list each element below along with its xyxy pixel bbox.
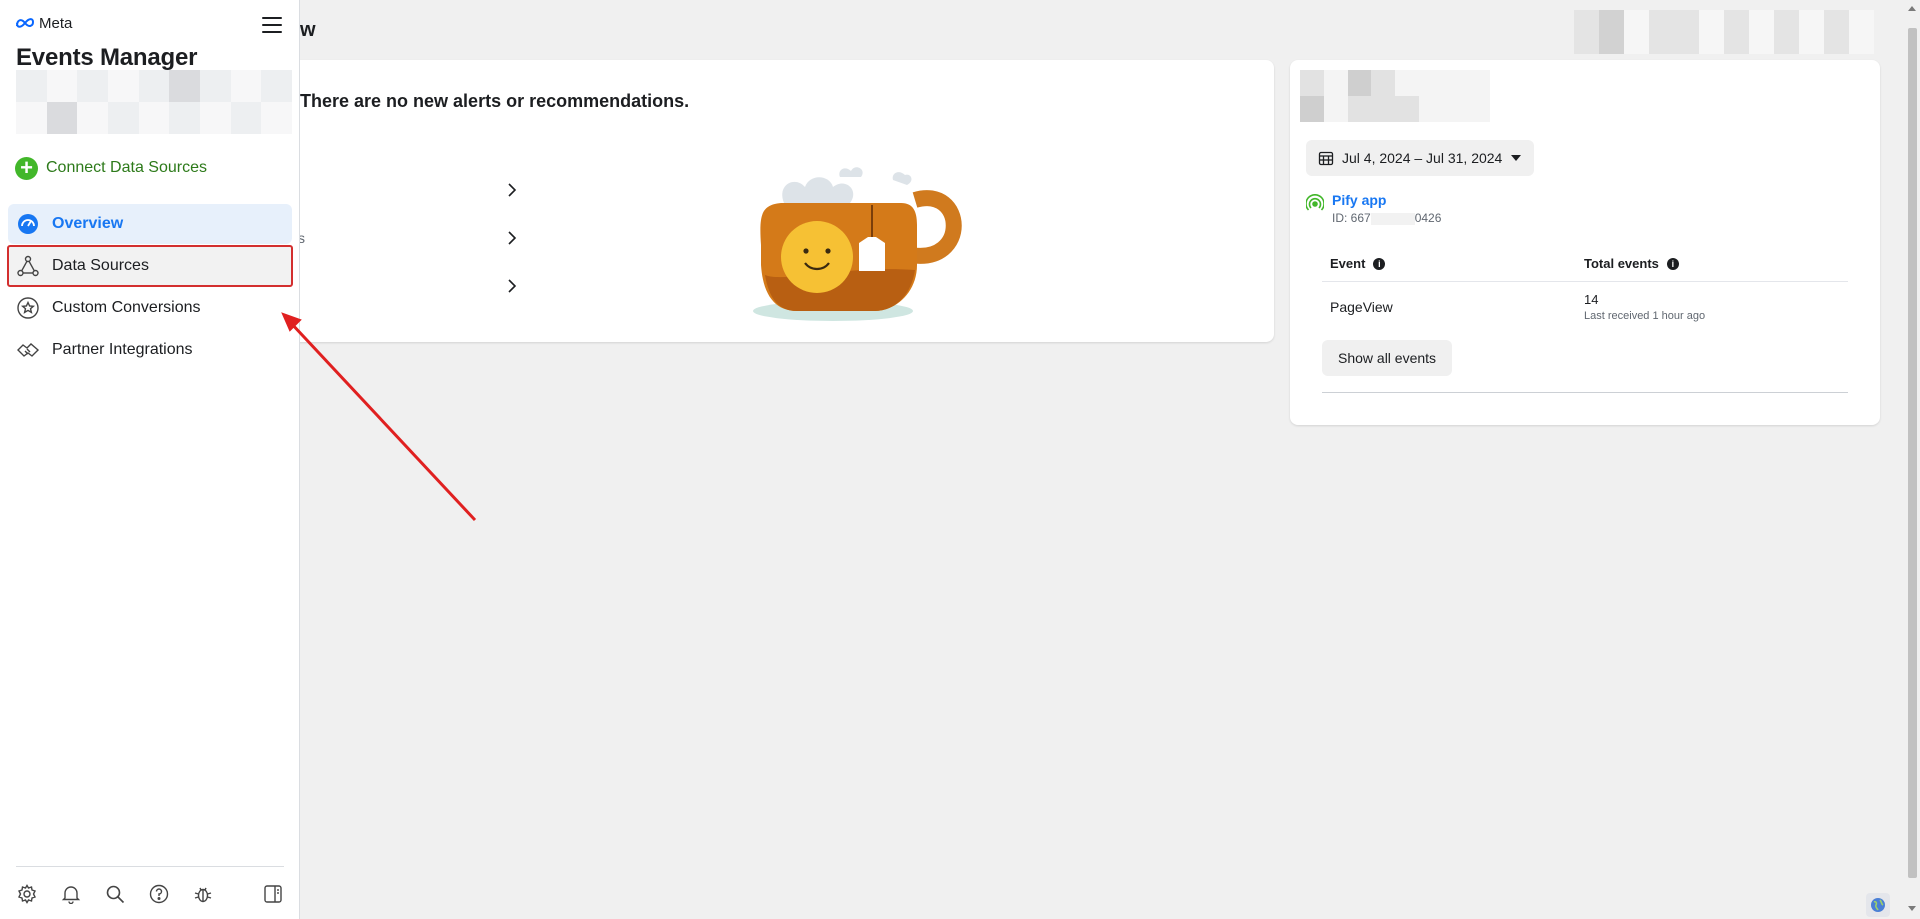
signal-active-icon	[1306, 194, 1324, 211]
menu-icon[interactable]	[259, 14, 285, 36]
connect-label: Connect Data Sources	[46, 159, 207, 176]
chevron-right-icon	[508, 279, 517, 293]
date-range-label: Jul 4, 2024 – Jul 31, 2024	[1342, 150, 1503, 166]
divider	[16, 866, 284, 867]
sidebar-item-label: Partner Integrations	[52, 341, 193, 358]
sidebar-item-custom-conversions[interactable]: Custom Conversions	[8, 288, 292, 328]
info-icon[interactable]: i	[1666, 257, 1679, 270]
gear-icon[interactable]	[16, 883, 38, 905]
caret-down-icon	[1511, 155, 1522, 161]
teacup-illustration	[753, 167, 962, 321]
date-range-picker[interactable]: Jul 4, 2024 – Jul 31, 2024	[1306, 140, 1535, 176]
table-header: Event i Total events i	[1322, 246, 1848, 282]
panel-toggle-icon[interactable]	[262, 883, 284, 905]
plus-icon: +	[15, 156, 38, 180]
help-icon[interactable]	[148, 883, 170, 905]
divider	[1322, 392, 1848, 393]
page-scrollbar[interactable]	[1905, 0, 1920, 919]
event-name: PageView	[1330, 299, 1393, 315]
event-count: 14	[1584, 292, 1599, 307]
sidebar: Meta Events Manager + Connect Data Sourc…	[0, 0, 300, 919]
star-badge-icon	[16, 296, 40, 320]
language-button[interactable]	[1866, 893, 1890, 917]
list-item[interactable]: s	[290, 227, 520, 251]
sidebar-item-data-sources[interactable]: Data Sources	[7, 245, 293, 287]
account-info-redacted	[1574, 10, 1874, 54]
show-all-events-button[interactable]: Show all events	[1322, 340, 1453, 376]
bell-icon[interactable]	[60, 883, 82, 905]
scroll-down-arrow[interactable]	[1908, 906, 1916, 911]
sidebar-item-overview[interactable]: Overview	[8, 204, 292, 244]
dashboard-gauge-icon	[16, 212, 40, 236]
column-header-total-events: Total events	[1584, 256, 1659, 271]
pixel-name-link[interactable]: Pify app	[1332, 192, 1441, 208]
bug-icon[interactable]	[192, 883, 214, 905]
list-item[interactable]	[290, 179, 520, 203]
data-source-summary-card: Jul 4, 2024 – Jul 31, 2024 Pify app ID: …	[1290, 60, 1880, 425]
meta-logo[interactable]: Meta	[15, 14, 72, 32]
handshake-icon	[16, 338, 40, 362]
calendar-icon	[1318, 151, 1334, 166]
sidebar-item-label: Overview	[52, 215, 124, 232]
sidebar-nav: Overview Data Sources Custom Conversions	[7, 204, 293, 372]
sidebar-item-label: Data Sources	[52, 257, 149, 274]
connect-data-sources-button[interactable]: + Connect Data Sources	[15, 156, 207, 180]
chevron-right-icon	[508, 231, 517, 245]
pixel-id: ID: 667 0426	[1332, 211, 1442, 225]
alerts-message: There are no new alerts or recommendatio…	[300, 91, 690, 111]
table-row[interactable]: PageView 14 Last received 1 hour ago	[1322, 282, 1848, 332]
sidebar-item-label: Custom Conversions	[52, 299, 201, 316]
account-selector-redacted[interactable]	[16, 70, 292, 134]
sidebar-footer	[16, 880, 284, 908]
search-icon[interactable]	[104, 883, 126, 905]
globe-icon	[1871, 898, 1885, 912]
chevron-right-icon	[508, 183, 517, 197]
redacted-id	[1370, 212, 1415, 225]
events-table: Event i Total events i PageView 14 Last …	[1322, 246, 1848, 332]
page-heading: w	[300, 19, 316, 41]
scroll-thumb[interactable]	[1908, 28, 1917, 878]
column-header-event: Event	[1330, 256, 1366, 271]
meta-infinity-icon	[16, 18, 35, 28]
pixel-info: Pify app ID: 667 0426	[1306, 192, 1441, 225]
page-title: Events Manager	[16, 44, 198, 71]
scroll-up-arrow[interactable]	[1908, 6, 1916, 11]
brand-name: Meta	[39, 14, 73, 32]
list-item[interactable]	[290, 275, 520, 299]
network-nodes-icon	[16, 254, 40, 278]
alerts-card: There are no new alerts or recommendatio…	[290, 60, 1274, 342]
info-icon[interactable]: i	[1373, 257, 1386, 270]
data-source-name-redacted	[1300, 70, 1490, 122]
sidebar-item-partner-integrations[interactable]: Partner Integrations	[8, 330, 292, 370]
last-received: Last received 1 hour ago	[1584, 310, 1706, 322]
